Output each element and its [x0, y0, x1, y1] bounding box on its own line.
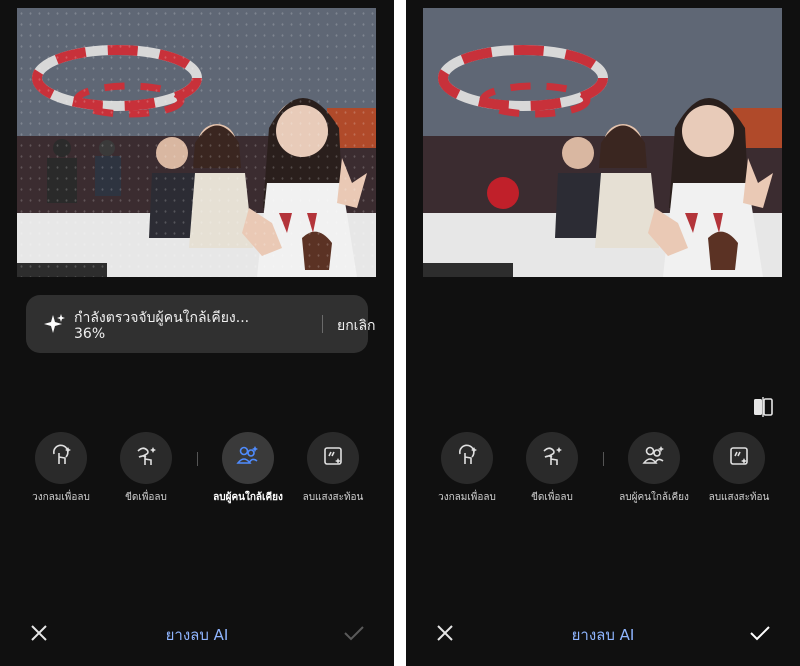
screen-title: ยางลบ AI [165, 626, 229, 644]
processing-overlay [17, 8, 376, 277]
tool-circle-to-erase[interactable]: วงกลมเพื่อลบ [423, 432, 511, 505]
eraser-tools: วงกลมเพื่อลบ ขีดเพื่อลบ ลบผู้คนใกล้เคียง… [0, 432, 394, 512]
progress-percent: 36% [74, 326, 106, 342]
tool-circle-to-erase[interactable]: วงกลมเพื่อลบ [17, 432, 105, 505]
tools-divider [197, 452, 198, 466]
tool-scribble-to-erase[interactable]: ขีดเพื่อลบ [508, 432, 596, 505]
tool-label: ลบแสงสะท้อน [302, 492, 364, 503]
tool-label: ลบแสงสะท้อน [708, 492, 770, 503]
reflection-sparkle-icon [726, 443, 752, 473]
done-check-icon[interactable] [748, 622, 772, 644]
photo-preview [423, 8, 782, 277]
tool-label: ลบผู้คนใกล้เคียง [619, 492, 689, 503]
tool-remove-reflection[interactable]: ลบแสงสะท้อน [289, 432, 377, 505]
tool-remove-reflection[interactable]: ลบแสงสะท้อน [695, 432, 783, 505]
sparkle-icon [43, 312, 67, 336]
photo-image [423, 8, 782, 277]
scribble-tap-icon [133, 443, 159, 473]
tool-scribble-to-erase[interactable]: ขีดเพื่อลบ [102, 432, 190, 505]
toast-divider [322, 315, 323, 333]
screen-title: ยางลบ AI [571, 626, 635, 644]
tools-divider [603, 452, 604, 466]
lasso-tap-icon [48, 443, 74, 473]
tool-label: วงกลมเพื่อลบ [438, 492, 496, 503]
scribble-tap-icon [539, 443, 565, 473]
tool-label: ลบผู้คนใกล้เคียง [213, 492, 283, 503]
people-sparkle-icon [641, 443, 667, 473]
tool-label: วงกลมเพื่อลบ [32, 492, 90, 503]
tool-label: ขีดเพื่อลบ [531, 492, 573, 503]
compare-icon[interactable] [750, 396, 776, 418]
detection-progress-toast: กำลังตรวจจับผู้คนใกล้เคียง... 36% ยกเลิก [26, 295, 376, 353]
tool-remove-people[interactable]: ลบผู้คนใกล้เคียง [610, 432, 698, 505]
photo-preview [17, 8, 376, 277]
reflection-sparkle-icon [320, 443, 346, 473]
people-sparkle-icon [235, 443, 261, 473]
bottom-bar: ยางลบ AI [406, 612, 800, 654]
editor-screen-left: กำลังตรวจจับผู้คนใกล้เคียง... 36% ยกเลิก… [0, 0, 394, 666]
lasso-tap-icon [454, 443, 480, 473]
done-check-icon[interactable] [342, 622, 366, 644]
editor-screen-right: วงกลมเพื่อลบ ขีดเพื่อลบ ลบผู้คนใกล้เคียง… [406, 0, 800, 666]
eraser-tools: วงกลมเพื่อลบ ขีดเพื่อลบ ลบผู้คนใกล้เคียง… [406, 432, 800, 512]
bottom-bar: ยางลบ AI [0, 612, 394, 654]
tool-remove-people[interactable]: ลบผู้คนใกล้เคียง [204, 432, 292, 505]
tool-label: ขีดเพื่อลบ [125, 492, 167, 503]
cancel-button[interactable]: ยกเลิก [337, 315, 376, 337]
